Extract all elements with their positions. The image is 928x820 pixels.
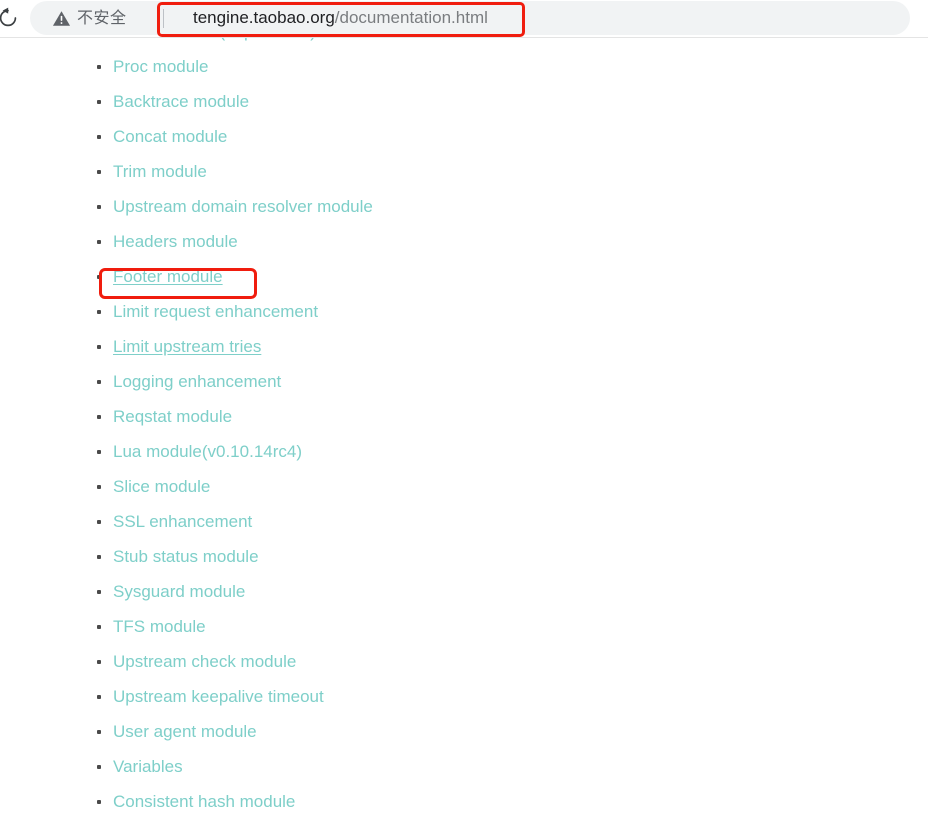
module-link[interactable]: Variables: [113, 757, 183, 776]
module-link[interactable]: Backtrace module: [113, 92, 249, 111]
list-item: Footer module: [0, 259, 928, 294]
module-link[interactable]: Consistent hash module: [113, 792, 295, 811]
list-item: Upstream keepalive timeout: [0, 679, 928, 714]
module-link[interactable]: TFS module: [113, 617, 206, 636]
list-item: Variables: [0, 749, 928, 784]
list-item: Limit upstream tries: [0, 329, 928, 364]
url-host: tengine.taobao.org: [193, 8, 335, 27]
list-item: Reqstat module: [0, 399, 928, 434]
security-status-chip[interactable]: 不安全: [52, 1, 127, 35]
list-item: Backtrace module: [0, 84, 928, 119]
module-link[interactable]: User agent module: [113, 722, 257, 741]
list-item: Consistent hash module: [0, 784, 928, 819]
list-item: Slice module: [0, 469, 928, 504]
module-link[interactable]: Sysguard module: [113, 582, 245, 601]
module-link[interactable]: Limit upstream tries: [113, 337, 261, 356]
list-item: Upstream domain resolver module: [0, 189, 928, 224]
list-item: Limit request enhancement: [0, 294, 928, 329]
module-link[interactable]: Headers module: [113, 232, 238, 251]
url-text: tengine.taobao.org/documentation.html: [193, 8, 488, 28]
warning-triangle-icon: [52, 9, 71, 28]
module-link[interactable]: Reqstat module: [113, 407, 232, 426]
reload-icon: [0, 7, 19, 29]
list-item: Headers module: [0, 224, 928, 259]
module-link-list: SPDY module(deprecated) Proc module Backtr…: [0, 37, 928, 819]
page-content: SPDY module(deprecated) Proc module Backtr…: [0, 37, 928, 820]
reload-button[interactable]: [0, 4, 22, 32]
module-link[interactable]: Footer module: [113, 267, 223, 286]
module-link[interactable]: Stub status module: [113, 547, 259, 566]
module-link[interactable]: Proc module: [113, 57, 208, 76]
list-item: Proc module: [0, 49, 928, 84]
module-link[interactable]: Slice module: [113, 477, 210, 496]
list-item: Sysguard module: [0, 574, 928, 609]
list-item: TFS module: [0, 609, 928, 644]
module-link[interactable]: Concat module: [113, 127, 227, 146]
list-item: Concat module: [0, 119, 928, 154]
module-link[interactable]: Lua module(v0.10.14rc4): [113, 442, 302, 461]
list-item: Upstream check module: [0, 644, 928, 679]
list-item: Trim module: [0, 154, 928, 189]
omnibox-separator: [163, 9, 164, 28]
list-item: SSL enhancement: [0, 504, 928, 539]
module-link[interactable]: SSL enhancement: [113, 512, 252, 531]
browser-toolbar: 不安全 tengine.taobao.org/documentation.htm…: [0, 0, 928, 38]
list-item: User agent module: [0, 714, 928, 749]
list-item: Lua module(v0.10.14rc4): [0, 434, 928, 469]
module-link[interactable]: Limit request enhancement: [113, 302, 318, 321]
list-item: Logging enhancement: [0, 364, 928, 399]
list-item: Stub status module: [0, 539, 928, 574]
module-link[interactable]: Upstream keepalive timeout: [113, 687, 324, 706]
url-text-container[interactable]: tengine.taobao.org/documentation.html: [169, 1, 488, 35]
list-item: SPDY module(deprecated): [0, 37, 928, 49]
address-bar[interactable]: 不安全 tengine.taobao.org/documentation.htm…: [30, 1, 910, 35]
module-link[interactable]: Upstream check module: [113, 652, 296, 671]
module-link[interactable]: Trim module: [113, 162, 207, 181]
security-status-label: 不安全: [77, 8, 127, 27]
module-link[interactable]: Logging enhancement: [113, 372, 281, 391]
module-link[interactable]: Upstream domain resolver module: [113, 197, 373, 216]
url-path: /documentation.html: [334, 8, 488, 27]
toolbar-inner: 不安全 tengine.taobao.org/documentation.htm…: [0, 0, 928, 36]
